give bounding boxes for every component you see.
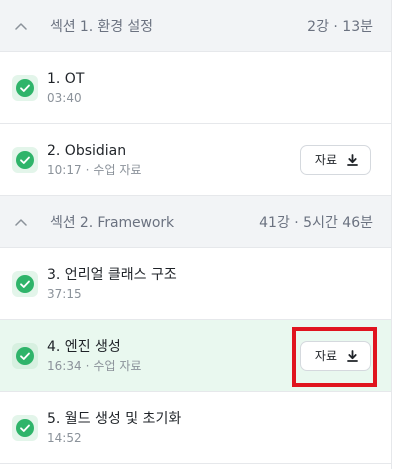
lesson-item-3[interactable]: 3. 언리얼 클래스 구조 37:15 — [0, 248, 391, 320]
section-header-2[interactable]: 섹션 2. Framework 41강 · 5시간 46분 — [0, 196, 391, 248]
lesson-title: 4. 엔진 생성 — [47, 338, 121, 355]
lesson-item-2[interactable]: 2. Obsidian 10:17 · 수업 자료 자료 — [0, 124, 391, 196]
lesson-item-4[interactable]: 4. 엔진 생성 16:34 · 수업 자료 자료 — [0, 320, 391, 392]
chevron-up-icon[interactable] — [14, 19, 28, 33]
check-circle-icon — [12, 342, 38, 369]
section-header-1[interactable]: 섹션 1. 환경 설정 2강 · 13분 — [0, 0, 391, 52]
section-meta: 2강 · 13분 — [307, 18, 373, 35]
lesson-extra: 수업 자료 — [93, 358, 142, 373]
resource-button-label: 자료 — [314, 153, 337, 167]
check-circle-icon — [12, 270, 38, 297]
chevron-up-icon[interactable] — [14, 215, 28, 229]
lesson-duration: 10:17 — [47, 162, 82, 177]
resource-download-button[interactable]: 자료 — [299, 340, 371, 371]
section-meta: 41강 · 5시간 46분 — [259, 214, 373, 231]
separator-dot: · — [85, 162, 90, 177]
separator-dot: · — [85, 358, 90, 373]
curriculum-panel: 섹션 1. 환경 설정 2강 · 13분 1. OT 03:40 2. Obsi… — [0, 0, 392, 469]
resource-download-button[interactable]: 자료 — [299, 144, 371, 175]
check-circle-icon — [12, 146, 38, 173]
lesson-title: 2. Obsidian — [47, 142, 127, 159]
lesson-title: 1. OT — [47, 70, 85, 87]
check-circle-icon — [12, 414, 38, 441]
lesson-title: 5. 월드 생성 및 초기화 — [47, 410, 182, 427]
lesson-item-5[interactable]: 5. 월드 생성 및 초기화 14:52 — [0, 392, 391, 464]
lesson-item-1[interactable]: 1. OT 03:40 — [0, 52, 391, 124]
section-title: 섹션 2. Framework — [50, 214, 175, 231]
lesson-duration: 14:52 — [47, 430, 82, 445]
section-title: 섹션 1. 환경 설정 — [50, 18, 153, 35]
resource-button-label: 자료 — [314, 349, 337, 363]
lesson-extra: 수업 자료 — [93, 162, 142, 177]
check-circle-icon — [12, 74, 38, 101]
lesson-duration: 37:15 — [47, 286, 82, 301]
lesson-meta: 10:17 · 수업 자료 — [47, 162, 300, 178]
download-icon — [347, 153, 358, 166]
lesson-title: 3. 언리얼 클래스 구조 — [47, 266, 177, 283]
lesson-meta: 16:34 · 수업 자료 — [47, 358, 300, 374]
lesson-duration: 03:40 — [47, 90, 82, 105]
download-icon — [347, 349, 358, 362]
lesson-duration: 16:34 — [47, 358, 82, 373]
